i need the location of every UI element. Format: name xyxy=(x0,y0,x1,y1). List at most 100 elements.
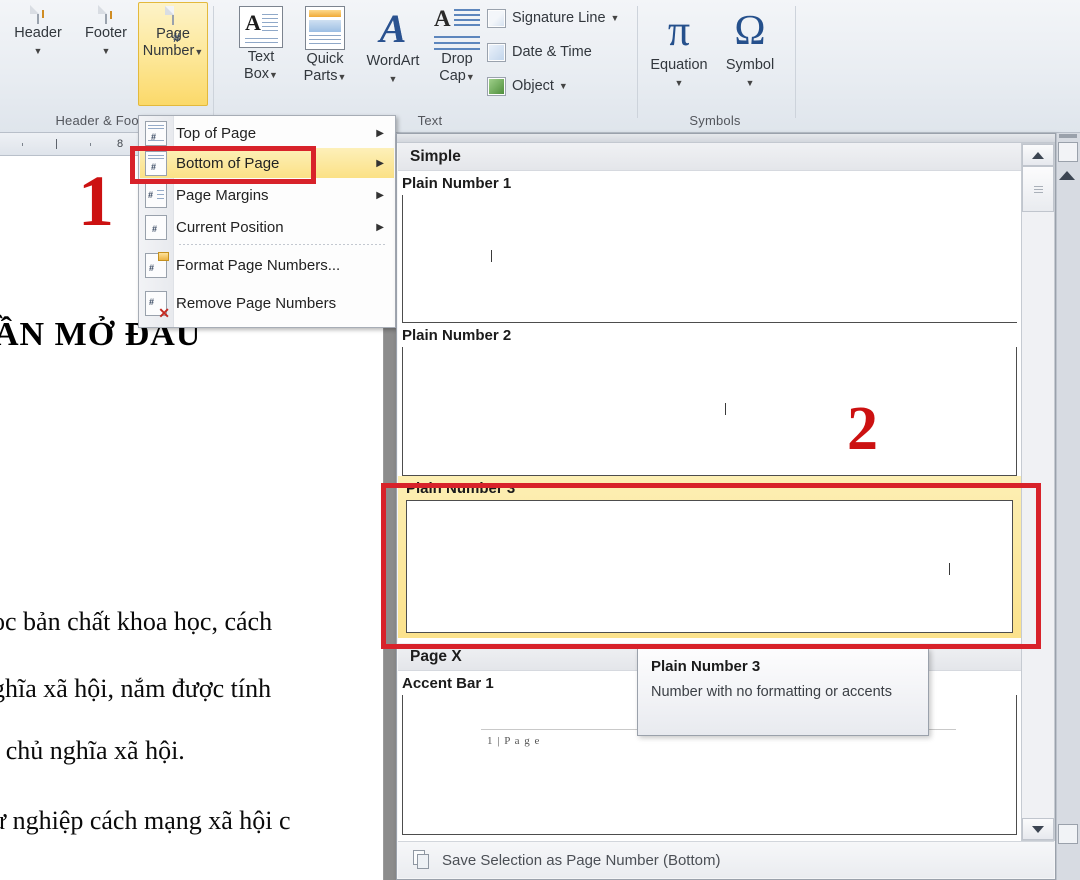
browse-object-icon[interactable] xyxy=(1058,142,1078,162)
doc-line-3: ỉ chủ nghĩa xã hội. xyxy=(0,736,185,766)
object-icon xyxy=(487,77,506,96)
signature-line-icon xyxy=(487,9,506,28)
number-placeholder-mark xyxy=(491,250,492,262)
page-number-gallery[interactable]: Simple Plain Number 1 Plain Number 2 Pla… xyxy=(396,133,1056,880)
menu-item-top-of-page-label: Top of Page xyxy=(176,125,256,142)
tooltip-title: Plain Number 3 xyxy=(638,649,928,675)
format-page-numbers-icon: # xyxy=(145,253,167,278)
menu-item-page-margins-label: Page Margins xyxy=(176,187,269,204)
page-margins-icon: # xyxy=(145,183,167,208)
quick-parts-label-1: Quick xyxy=(291,52,359,67)
menu-item-format-page-numbers[interactable]: # Format Page Numbers... xyxy=(140,250,394,280)
gallery-preview-plain-number-3[interactable] xyxy=(406,500,1013,633)
triangle-down-icon xyxy=(1032,826,1044,833)
remove-page-numbers-icon: # ✕ xyxy=(145,291,167,316)
gallery-tooltip: Plain Number 3 Number with no formatting… xyxy=(637,648,929,736)
chevron-right-icon: ▶ xyxy=(376,158,384,169)
equation-caret-icon[interactable]: ▼ xyxy=(675,78,684,88)
triangle-up-icon[interactable] xyxy=(1059,171,1075,180)
header-button-label: Header xyxy=(4,26,72,41)
signature-line-button[interactable]: Signature Line ▼ xyxy=(487,6,619,30)
word-vertical-scrollbar[interactable] xyxy=(1056,133,1080,880)
header-button[interactable]: Header ▼ xyxy=(4,2,72,106)
footer-caret-icon[interactable]: ▼ xyxy=(102,46,111,56)
quick-parts-caret-icon[interactable]: ▼ xyxy=(337,72,346,82)
top-of-page-icon: # xyxy=(145,121,167,146)
gallery-item-label: Plain Number 2 xyxy=(398,323,1021,347)
menu-item-current-position-label: Current Position xyxy=(176,219,284,236)
gallery-scroll-thumb[interactable] xyxy=(1022,166,1054,212)
doc-line-4: ự nghiệp cách mạng xã hội c xyxy=(0,806,291,836)
ribbon-group-text: A Text xyxy=(215,0,635,132)
object-button[interactable]: Object ▼ xyxy=(487,74,568,98)
gallery-item-plain-number-3[interactable]: Plain Number 3 xyxy=(398,476,1021,638)
object-caret-icon[interactable]: ▼ xyxy=(559,81,568,91)
date-time-button[interactable]: Date & Time xyxy=(487,40,592,64)
scroll-grip-icon xyxy=(1034,186,1043,193)
gallery-item-plain-number-2[interactable]: Plain Number 2 xyxy=(398,323,1021,476)
date-time-label: Date & Time xyxy=(512,44,592,60)
wordart-label: WordArt xyxy=(355,54,431,69)
doc-line-2: ghĩa xã hội, nắm được tính xyxy=(0,674,271,704)
footer-button[interactable]: Footer ▼ xyxy=(72,2,140,106)
scrollbar-split-handle[interactable] xyxy=(1059,134,1077,138)
menu-divider xyxy=(179,244,387,245)
chevron-right-icon: ▶ xyxy=(376,128,384,139)
menu-item-top-of-page[interactable]: # Top of Page ▶ xyxy=(140,118,394,148)
doc-line-1: ọc bản chất khoa học, cách xyxy=(0,607,272,637)
chevron-right-icon: ▶ xyxy=(376,190,384,201)
text-box-caret-icon[interactable]: ▼ xyxy=(269,70,278,80)
gallery-item-label: Plain Number 1 xyxy=(398,171,1021,195)
tooltip-body: Number with no formatting or accents xyxy=(638,675,928,702)
menu-item-page-margins[interactable]: # Page Margins ▶ xyxy=(140,180,394,210)
equation-button[interactable]: π Equation ▼ xyxy=(640,2,718,106)
pi-icon: π xyxy=(640,6,718,56)
gallery-category-simple: Simple xyxy=(398,143,1021,171)
signature-line-label: Signature Line xyxy=(512,10,606,26)
wordart-button[interactable]: A WordArt ▼ xyxy=(355,2,431,106)
symbol-label: Symbol xyxy=(714,58,786,73)
drop-cap-button[interactable]: A Drop xyxy=(423,2,491,106)
menu-item-remove-page-numbers-label: Remove Page Numbers xyxy=(176,295,336,312)
chevron-right-icon: ▶ xyxy=(376,222,384,233)
signature-line-caret-icon[interactable]: ▼ xyxy=(611,13,620,23)
ruler-number: 8 xyxy=(117,138,123,150)
text-box-button[interactable]: A Text xyxy=(227,2,295,106)
gallery-scroll-up-button[interactable] xyxy=(1022,144,1054,166)
page-number-button[interactable]: # Page Number▼ xyxy=(138,2,208,106)
save-selection-icon xyxy=(410,849,432,871)
gallery-scroll-body[interactable]: Simple Plain Number 1 Plain Number 2 Pla… xyxy=(398,143,1021,841)
menu-item-bottom-of-page[interactable]: # Bottom of Page ▶ xyxy=(140,148,394,178)
quick-parts-button[interactable]: Quick Parts▼ xyxy=(291,2,359,106)
menu-item-current-position[interactable]: # Current Position ▶ xyxy=(140,212,394,242)
select-browse-object-button[interactable] xyxy=(1058,824,1078,844)
page-number-button-label-2: Number xyxy=(143,44,195,59)
annotation-step-1: 1 xyxy=(78,165,114,237)
ribbon-separator-3 xyxy=(795,6,796,118)
ribbon-separator-1 xyxy=(213,6,214,118)
text-box-icon: A xyxy=(227,6,295,48)
gallery-scroll-down-button[interactable] xyxy=(1022,818,1054,840)
page-number-caret-icon[interactable]: ▼ xyxy=(194,47,203,57)
drop-cap-caret-icon[interactable]: ▼ xyxy=(466,72,475,82)
gallery-scrollbar[interactable] xyxy=(1021,143,1055,841)
gallery-item-plain-number-1[interactable]: Plain Number 1 xyxy=(398,171,1021,323)
ribbon-separator-2 xyxy=(637,6,638,118)
gallery-preview-plain-number-1[interactable] xyxy=(402,195,1017,323)
equation-label: Equation xyxy=(640,58,718,73)
header-caret-icon[interactable]: ▼ xyxy=(34,46,43,56)
gallery-preview-plain-number-2[interactable] xyxy=(402,347,1017,476)
gallery-footer[interactable]: Save Selection as Page Number (Bottom) xyxy=(398,841,1054,878)
save-selection-label: Save Selection as Page Number (Bottom) xyxy=(442,852,720,869)
page-number-doc-icon: # xyxy=(139,7,207,25)
symbol-caret-icon[interactable]: ▼ xyxy=(746,78,755,88)
menu-item-remove-page-numbers[interactable]: # ✕ Remove Page Numbers xyxy=(140,288,394,318)
footer-button-label: Footer xyxy=(72,26,140,41)
menu-item-format-page-numbers-label: Format Page Numbers... xyxy=(176,257,340,274)
symbol-button[interactable]: Ω Symbol ▼ xyxy=(714,2,786,106)
date-time-icon xyxy=(487,43,506,62)
page-number-dropdown-menu[interactable]: # Top of Page ▶ # Bottom of Page ▶ # Pag… xyxy=(138,115,396,328)
current-position-icon: # xyxy=(145,215,167,240)
wordart-caret-icon[interactable]: ▼ xyxy=(389,74,398,84)
quick-parts-icon xyxy=(291,6,359,50)
